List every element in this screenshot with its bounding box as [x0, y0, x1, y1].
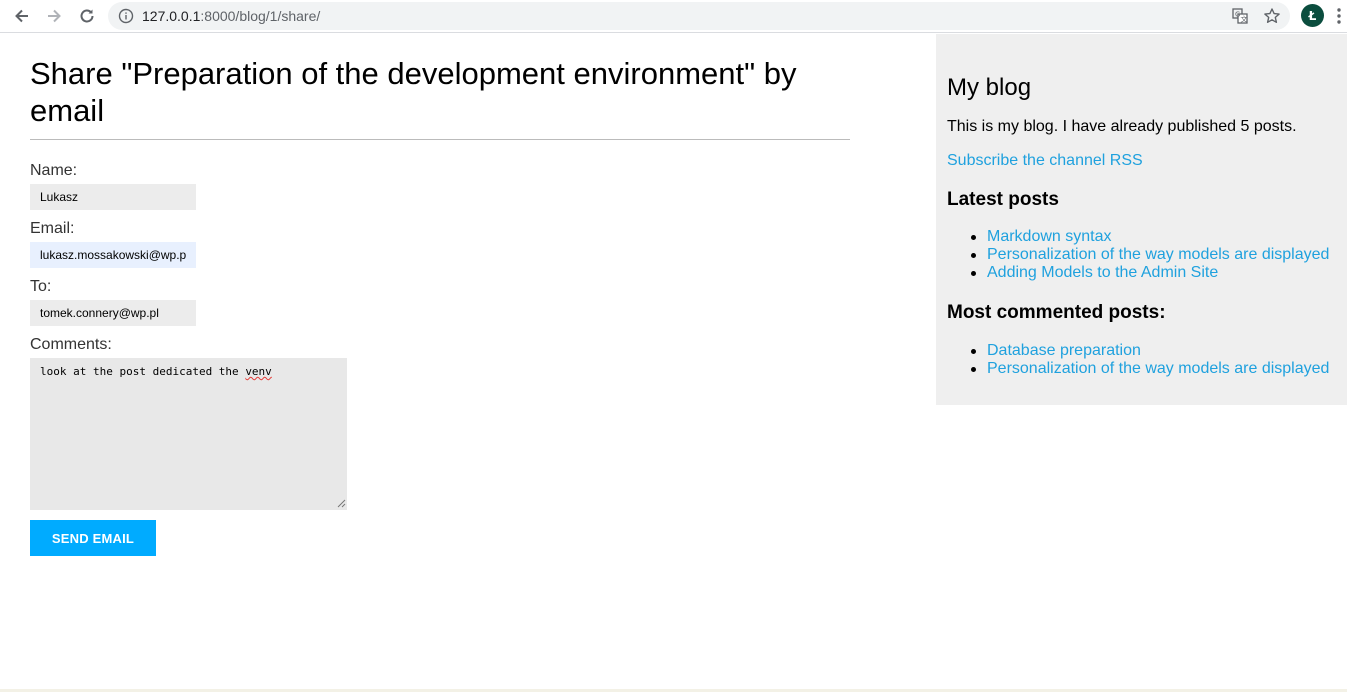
- latest-post-link[interactable]: Personalization of the way models are di…: [987, 246, 1329, 263]
- name-label: Name:: [30, 162, 78, 179]
- translate-icon[interactable]: G文: [1231, 7, 1249, 25]
- list-item: Adding Models to the Admin Site: [971, 264, 1329, 282]
- most-commented-heading: Most commented posts:: [947, 302, 1166, 323]
- comments-text: look at the post dedicated the: [40, 365, 246, 378]
- title-divider: [30, 139, 850, 140]
- resize-handle-icon[interactable]: [337, 499, 346, 508]
- svg-text:文: 文: [1241, 15, 1248, 24]
- url-text[interactable]: 127.0.0.1:8000/blog/1/share/: [142, 8, 320, 24]
- comments-textarea[interactable]: look at the post dedicated the venv: [30, 358, 347, 510]
- rss-link[interactable]: Subscribe the channel RSS: [947, 152, 1143, 170]
- sidebar: My blog This is my blog. I have already …: [936, 34, 1347, 405]
- reload-button[interactable]: [74, 4, 100, 28]
- back-button[interactable]: [9, 4, 35, 28]
- comments-label: Comments:: [30, 336, 112, 353]
- latest-posts-heading: Latest posts: [947, 189, 1059, 210]
- reload-icon: [80, 9, 94, 23]
- back-arrow-icon: [15, 9, 28, 23]
- forward-button[interactable]: [41, 4, 67, 28]
- bullet-icon: [971, 367, 976, 372]
- url-host: 127.0.0.1: [142, 8, 201, 24]
- sidebar-description: This is my blog. I have already publishe…: [947, 118, 1297, 135]
- info-icon[interactable]: [118, 8, 134, 24]
- list-item: Markdown syntax: [971, 228, 1329, 246]
- bullet-icon: [971, 235, 976, 240]
- browser-toolbar: 127.0.0.1:8000/blog/1/share/ G文 Ł: [0, 0, 1347, 33]
- name-input[interactable]: [30, 184, 196, 210]
- page-title: Share "Preparation of the development en…: [30, 56, 797, 128]
- url-path: :8000/blog/1/share/: [200, 8, 321, 24]
- most-commented-list: Database preparation Personalization of …: [971, 342, 1329, 378]
- to-label: To:: [30, 278, 52, 295]
- to-input[interactable]: [30, 300, 196, 326]
- list-item: Personalization of the way models are di…: [971, 360, 1329, 378]
- forward-arrow-icon: [48, 9, 61, 23]
- latest-post-link[interactable]: Adding Models to the Admin Site: [987, 264, 1218, 281]
- commented-post-link[interactable]: Database preparation: [987, 342, 1141, 359]
- menu-dots-icon[interactable]: [1336, 7, 1342, 25]
- email-input[interactable]: [30, 242, 196, 268]
- bullet-icon: [971, 271, 976, 276]
- bookmark-star-icon[interactable]: [1263, 7, 1281, 25]
- bullet-icon: [971, 253, 976, 258]
- list-item: Database preparation: [971, 342, 1329, 360]
- latest-post-link[interactable]: Markdown syntax: [987, 228, 1112, 245]
- list-item: Personalization of the way models are di…: [971, 246, 1329, 264]
- sidebar-title: My blog: [947, 74, 1032, 101]
- profile-avatar[interactable]: Ł: [1301, 4, 1324, 27]
- email-label: Email:: [30, 220, 75, 237]
- comments-misspelled-word: venv: [245, 365, 272, 378]
- address-bar[interactable]: 127.0.0.1:8000/blog/1/share/ G文: [108, 2, 1290, 30]
- send-email-button[interactable]: SEND EMAIL: [30, 520, 156, 556]
- latest-posts-list: Markdown syntax Personalization of the w…: [971, 228, 1329, 282]
- bullet-icon: [971, 349, 976, 354]
- commented-post-link[interactable]: Personalization of the way models are di…: [987, 360, 1329, 377]
